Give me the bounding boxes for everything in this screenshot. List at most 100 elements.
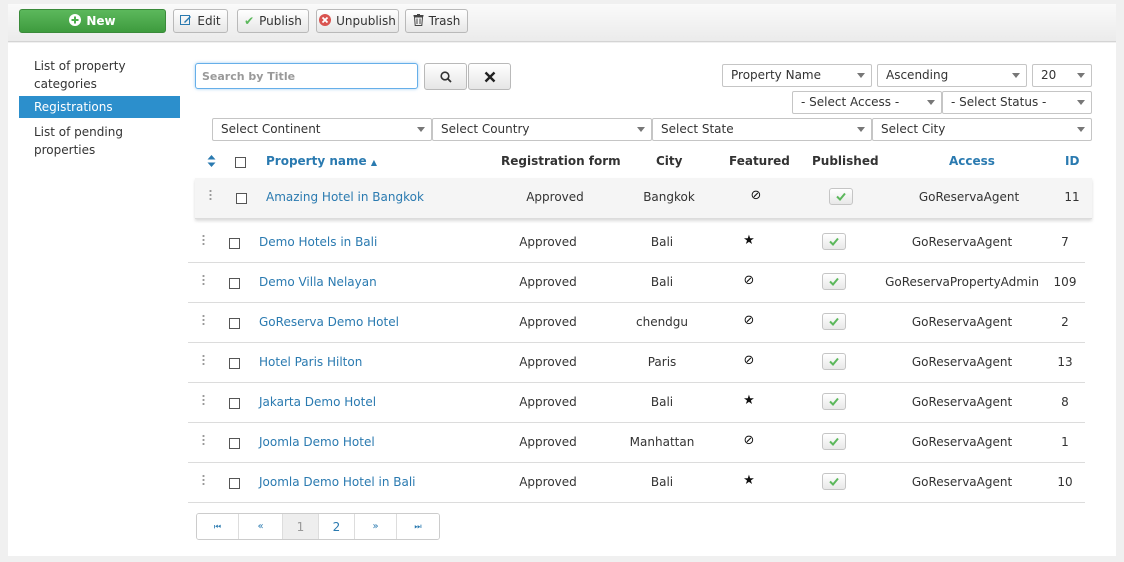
search-button[interactable] — [424, 63, 467, 90]
row-checkbox[interactable] — [236, 193, 247, 204]
access-value: GoReservaAgent — [918, 190, 1020, 204]
id-value: 8 — [1061, 395, 1069, 409]
edit-button[interactable]: Edit — [173, 9, 228, 33]
table-row[interactable]: Hotel Paris Hilton Approved Paris ⊘ GoRe… — [188, 343, 1085, 383]
check-icon — [829, 477, 839, 486]
status-filter-select[interactable]: - Select Status - — [942, 91, 1092, 114]
featured-star-icon[interactable]: ★ — [743, 393, 755, 409]
property-name-link[interactable]: Demo Villa Nelayan — [259, 275, 377, 289]
row-checkbox[interactable] — [229, 318, 240, 329]
table-row[interactable]: Joomla Demo Hotel in Bali Approved Bali … — [188, 463, 1085, 503]
published-toggle[interactable] — [822, 473, 846, 490]
drag-handle-icon[interactable] — [202, 474, 205, 486]
not-featured-icon[interactable]: ⊘ — [744, 273, 755, 289]
sidebar-item-property-categories[interactable]: List of property categories — [19, 57, 154, 93]
header-access[interactable]: Access — [949, 154, 995, 170]
check-icon — [829, 277, 839, 286]
published-toggle[interactable] — [822, 353, 846, 370]
header-property-name[interactable]: Property name ▲ — [266, 154, 377, 170]
next-page-button[interactable]: » — [355, 514, 397, 539]
row-checkbox[interactable] — [229, 238, 240, 249]
city-value: Manhattan — [629, 435, 695, 449]
property-name-link[interactable]: Hotel Paris Hilton — [259, 355, 362, 369]
row-checkbox[interactable] — [229, 278, 240, 289]
published-toggle[interactable] — [822, 273, 846, 290]
published-toggle[interactable] — [829, 188, 853, 205]
drag-handle-icon[interactable] — [209, 189, 212, 201]
published-toggle[interactable] — [822, 433, 846, 450]
published-toggle[interactable] — [822, 393, 846, 410]
access-value: GoReservaAgent — [911, 355, 1013, 369]
previous-page-button[interactable]: « — [239, 514, 283, 539]
property-name-link[interactable]: Jakarta Demo Hotel — [259, 395, 376, 409]
not-featured-icon[interactable]: ⊘ — [744, 433, 755, 449]
chevron-down-icon — [1077, 127, 1085, 132]
last-page-button[interactable]: ⏭ — [397, 514, 439, 539]
new-button[interactable]: New — [19, 9, 166, 33]
state-filter-select[interactable]: Select State — [652, 118, 872, 141]
featured-star-icon[interactable]: ★ — [743, 473, 755, 489]
header-published: Published — [812, 154, 879, 168]
registration-form-value: Approved — [526, 190, 584, 204]
property-name-link[interactable]: Demo Hotels in Bali — [259, 235, 377, 249]
id-value: 13 — [1057, 355, 1073, 369]
sort-direction-select[interactable]: Ascending — [877, 64, 1027, 87]
not-featured-icon[interactable]: ⊘ — [744, 313, 755, 329]
drag-handle-icon[interactable] — [202, 234, 205, 246]
id-value: 2 — [1061, 315, 1069, 329]
sidebar-item-pending-properties[interactable]: List of pending properties — [19, 123, 149, 159]
not-featured-icon[interactable]: ⊘ — [751, 188, 762, 204]
chevron-down-icon — [857, 127, 865, 132]
featured-star-icon[interactable]: ★ — [743, 233, 755, 249]
page-1-button[interactable]: 1 — [283, 514, 319, 539]
clear-search-button[interactable] — [468, 63, 511, 90]
sidebar-item-registrations[interactable]: Registrations — [19, 96, 180, 118]
page-2-button[interactable]: 2 — [319, 514, 355, 539]
sidebar-item-label: List of pending properties — [34, 125, 123, 157]
registration-form-value: Approved — [519, 235, 577, 249]
city-value: Bali — [650, 395, 674, 409]
row-checkbox[interactable] — [229, 438, 240, 449]
table-row[interactable]: Amazing Hotel in Bangkok Approved Bangko… — [195, 178, 1092, 219]
continent-filter-select[interactable]: Select Continent — [212, 118, 432, 141]
property-name-link[interactable]: Joomla Demo Hotel — [259, 435, 375, 449]
row-checkbox[interactable] — [229, 398, 240, 409]
publish-button[interactable]: ✔ Publish — [237, 9, 309, 33]
check-icon — [836, 192, 846, 201]
row-checkbox[interactable] — [229, 358, 240, 369]
unpublish-button[interactable]: Unpublish — [316, 9, 399, 33]
property-name-link[interactable]: Joomla Demo Hotel in Bali — [259, 475, 416, 489]
drag-handle-icon[interactable] — [202, 274, 205, 286]
access-filter-select[interactable]: - Select Access - — [792, 91, 942, 114]
header-id[interactable]: ID — [1065, 154, 1079, 170]
state-filter-value: Select State — [661, 122, 734, 136]
sort-field-select[interactable]: Property Name — [722, 64, 872, 87]
first-page-button[interactable]: ⏮ — [197, 514, 239, 539]
search-input[interactable] — [195, 63, 418, 89]
chevron-down-icon — [637, 127, 645, 132]
table-row[interactable]: GoReserva Demo Hotel Approved chendgu ⊘ … — [188, 303, 1085, 343]
drag-handle-icon[interactable] — [202, 394, 205, 406]
ordering-sort-header[interactable] — [207, 155, 216, 171]
table-row[interactable]: Demo Hotels in Bali Approved Bali ★ GoRe… — [188, 223, 1085, 263]
table-row[interactable]: Demo Villa Nelayan Approved Bali ⊘ GoRes… — [188, 263, 1085, 303]
limit-select[interactable]: 20 — [1032, 64, 1092, 87]
published-toggle[interactable] — [822, 233, 846, 250]
city-filter-select[interactable]: Select City — [872, 118, 1092, 141]
id-value: 1 — [1061, 435, 1069, 449]
drag-handle-icon[interactable] — [202, 354, 205, 366]
city-value: Bali — [650, 275, 674, 289]
property-name-link[interactable]: Amazing Hotel in Bangkok — [266, 190, 424, 204]
table-row[interactable]: Jakarta Demo Hotel Approved Bali ★ GoRes… — [188, 383, 1085, 423]
drag-handle-icon[interactable] — [202, 314, 205, 326]
table-row[interactable]: Joomla Demo Hotel Approved Manhattan ⊘ G… — [188, 423, 1085, 463]
not-featured-icon[interactable]: ⊘ — [744, 353, 755, 369]
property-name-link[interactable]: GoReserva Demo Hotel — [259, 315, 399, 329]
drag-handle-icon[interactable] — [202, 434, 205, 446]
trash-button[interactable]: Trash — [405, 9, 468, 33]
row-checkbox[interactable] — [229, 478, 240, 489]
publish-button-label: Publish — [259, 14, 302, 28]
country-filter-select[interactable]: Select Country — [432, 118, 652, 141]
select-all-checkbox[interactable] — [235, 157, 246, 168]
published-toggle[interactable] — [822, 313, 846, 330]
